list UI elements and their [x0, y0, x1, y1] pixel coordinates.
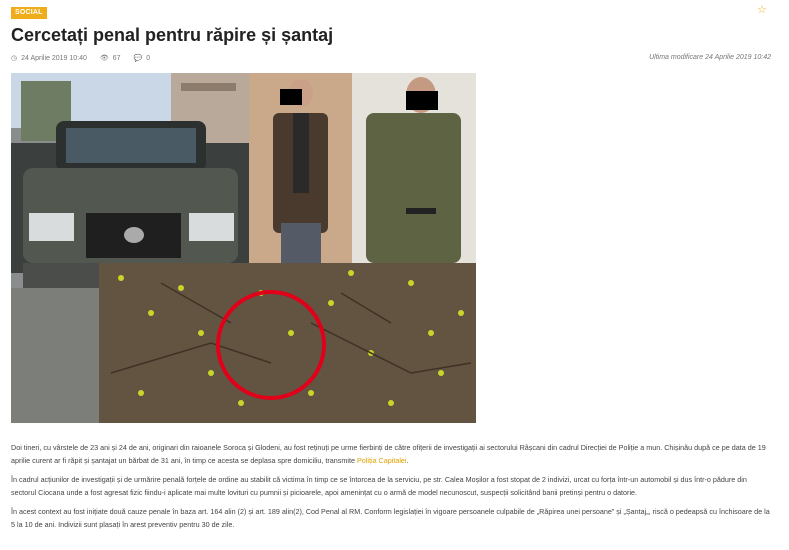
publish-date: 24 Aprilie 2019 10:40: [21, 54, 87, 62]
clock-icon: ◷: [11, 55, 18, 62]
photo-collage: [11, 73, 476, 423]
article-photo: [11, 73, 476, 423]
category-badge[interactable]: SOCIAL: [11, 7, 47, 19]
eye-icon: 👁: [99, 55, 109, 62]
suspect-photo-2: [352, 73, 476, 263]
comment-count[interactable]: 0: [146, 55, 150, 62]
article-title: Cercetați penal pentru răpire și șantaj: [11, 25, 334, 45]
article-body: Doi tineri, cu vârstele de 23 ani și 24 …: [11, 441, 773, 537]
paragraph-1: Doi tineri, cu vârstele de 23 ani și 24 …: [11, 443, 766, 465]
suspect-photo-1: [249, 73, 352, 263]
forest-photo: [99, 263, 476, 423]
star-icon[interactable]: ☆: [757, 4, 767, 16]
paragraph-2: În cadrul acțiunilor de investigații și …: [11, 475, 747, 497]
source-link[interactable]: Poliția Capitalei: [357, 456, 407, 465]
last-modified: Ultima modificare 24 Aprilie 2019 10:42: [649, 54, 771, 61]
article-meta: ◷ 24 Aprilie 2019 10:40 👁 67 💬 0: [11, 54, 150, 63]
paragraph-3: În acest context au fost inițiate două c…: [11, 507, 770, 529]
censor-bar-2: [406, 91, 438, 110]
comment-icon[interactable]: 💬: [134, 54, 143, 62]
view-count: 67: [112, 54, 121, 62]
censor-bar-1: [280, 89, 302, 105]
